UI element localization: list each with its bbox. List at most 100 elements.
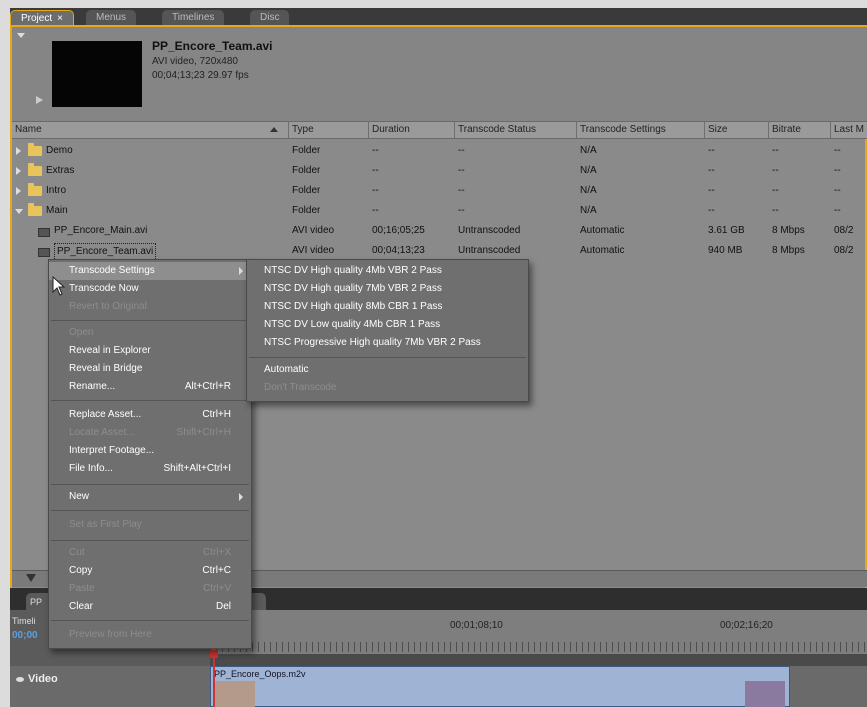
clip-label: PP_Encore_Oops.m2v [214, 669, 306, 679]
menu-item-new[interactable]: New [49, 488, 251, 506]
submenu-item-preset[interactable]: NTSC DV High quality 8Mb CBR 1 Pass [247, 298, 528, 316]
eye-icon[interactable] [16, 677, 24, 682]
row-name: PP_Encore_Main.avi [54, 225, 148, 236]
row-name: Main [46, 205, 68, 216]
menu-item-replace-asset[interactable]: Replace Asset... Ctrl+H [49, 406, 251, 424]
row-status: -- [458, 205, 465, 216]
submenu-item-automatic[interactable]: Automatic [247, 361, 528, 379]
table-row[interactable]: Extras Folder -- -- N/A -- -- -- [12, 161, 867, 181]
submenu-item-preset[interactable]: NTSC Progressive High quality 7Mb VBR 2 … [247, 334, 528, 352]
table-row-selected[interactable]: PP_Encore_Team.avi AVI video 00;04;13;23… [12, 241, 867, 261]
col-bitrate[interactable]: Bitrate [768, 122, 830, 138]
expand-arrow-icon[interactable] [16, 187, 21, 195]
col-name[interactable]: Name [12, 122, 288, 138]
expand-arrow-icon[interactable] [16, 167, 21, 175]
table-row[interactable]: PP_Encore_Main.avi AVI video 00;16;05;25… [12, 221, 867, 241]
submenu-item-dont-transcode: Don't Transcode [264, 382, 337, 393]
row-type: AVI video [292, 245, 335, 256]
row-last-modified: 08/2 [834, 245, 854, 256]
row-status: Untranscoded [458, 225, 521, 236]
row-status: -- [458, 185, 465, 196]
table-row[interactable]: Intro Folder -- -- N/A -- -- -- [12, 181, 867, 201]
submenu-item-preset[interactable]: NTSC DV High quality 7Mb VBR 2 Pass [247, 280, 528, 298]
submenu-item-preset[interactable]: NTSC DV High quality 4Mb VBR 2 Pass [247, 262, 528, 280]
menu-item-interpret-footage[interactable]: Interpret Footage... [49, 442, 251, 460]
col-duration[interactable]: Duration [368, 122, 454, 138]
menu-separator [51, 540, 249, 541]
tab-disc[interactable]: Disc [250, 10, 290, 25]
time-ruler[interactable]: 00;01;08;10 00;02;16;20 [210, 610, 867, 654]
folder-icon [28, 183, 42, 196]
col-transcode-settings[interactable]: Transcode Settings [576, 122, 704, 138]
row-duration: -- [372, 165, 379, 176]
video-track: Video PP_Encore_Oops.m2v [10, 666, 867, 707]
col-transcode-status[interactable]: Transcode Status [454, 122, 576, 138]
row-last-modified: -- [834, 165, 841, 176]
track-label: Video [28, 673, 58, 685]
menu-item-transcode-settings[interactable]: Transcode Settings [49, 262, 251, 280]
menu-item-transcode-now[interactable]: Transcode Now [49, 280, 251, 298]
col-type[interactable]: Type [288, 122, 368, 138]
row-size: -- [708, 165, 715, 176]
row-status: -- [458, 145, 465, 156]
row-bitrate: 8 Mbps [772, 245, 805, 256]
col-size[interactable]: Size [704, 122, 768, 138]
tab-project[interactable]: Project × [10, 10, 74, 26]
sort-ascending-icon[interactable] [270, 127, 278, 132]
row-bitrate: -- [772, 165, 779, 176]
menu-item-paste: Paste Ctrl+V [69, 583, 231, 594]
tab-timelines[interactable]: Timelines [162, 10, 225, 25]
work-area-bar[interactable] [210, 654, 867, 666]
row-duration: 00;16;05;25 [372, 225, 425, 236]
menu-item-clear[interactable]: Clear Del [49, 598, 251, 616]
play-icon[interactable] [36, 96, 43, 104]
panel-tab-bar: Project × Menus Timelines Disc [10, 8, 867, 26]
menu-item-rename[interactable]: Rename... Alt+Ctrl+R [49, 378, 251, 396]
menu-item-cut: Cut Ctrl+X [69, 547, 231, 558]
tab-close-icon[interactable]: × [57, 13, 63, 24]
filter-icon[interactable] [26, 574, 36, 582]
row-last-modified: -- [834, 185, 841, 196]
preview-clip-info: AVI video, 720x480 [152, 56, 238, 67]
col-last-modified[interactable]: Last M [830, 122, 867, 138]
current-timecode[interactable]: 00;00 [12, 630, 38, 641]
row-settings: N/A [580, 145, 597, 156]
row-last-modified: -- [834, 205, 841, 216]
preview-thumbnail [52, 41, 142, 107]
row-type: Folder [292, 165, 321, 176]
menu-item-copy[interactable]: Copy Ctrl+C [49, 562, 251, 580]
clip-thumbnail [215, 681, 255, 707]
menu-separator [51, 320, 249, 321]
folder-icon [28, 163, 42, 176]
row-settings: Automatic [580, 225, 625, 236]
transcode-settings-submenu: NTSC DV High quality 4Mb VBR 2 Pass NTSC… [246, 259, 529, 402]
menu-separator [51, 620, 249, 621]
tab-menus[interactable]: Menus [86, 10, 137, 25]
folder-open-icon [28, 203, 42, 216]
table-row[interactable]: Demo Folder -- -- N/A -- -- -- [12, 141, 867, 161]
table-row[interactable]: Main Folder -- -- N/A -- -- -- [12, 201, 867, 221]
row-type: Folder [292, 185, 321, 196]
row-bitrate: -- [772, 145, 779, 156]
mouse-cursor-icon [52, 276, 66, 296]
row-last-modified: -- [834, 145, 841, 156]
row-duration: -- [372, 185, 379, 196]
submenu-arrow-icon [239, 267, 243, 275]
menu-item-file-info[interactable]: File Info... Shift+Alt+Ctrl+I [49, 460, 251, 478]
row-name: Demo [46, 145, 73, 156]
timeline-clip[interactable]: PP_Encore_Oops.m2v [210, 666, 790, 707]
menu-item-revert-to-original: Revert to Original [69, 301, 147, 312]
panel-menu-icon[interactable] [17, 33, 25, 38]
tab-project-label: Project [21, 13, 53, 24]
submenu-item-preset[interactable]: NTSC DV Low quality 4Mb CBR 1 Pass [247, 316, 528, 334]
menu-item-reveal-in-explorer[interactable]: Reveal in Explorer [49, 342, 251, 360]
menu-item-set-as-first-play: Set as First Play [69, 519, 142, 530]
expand-arrow-icon[interactable] [16, 147, 21, 155]
row-size: 940 MB [708, 245, 743, 256]
row-name: Extras [46, 165, 75, 176]
row-size: -- [708, 145, 715, 156]
collapse-arrow-icon[interactable] [15, 209, 23, 214]
playhead[interactable] [210, 650, 218, 707]
tab-timeline-label: PP [30, 597, 43, 607]
menu-item-reveal-in-bridge[interactable]: Reveal in Bridge [49, 360, 251, 378]
